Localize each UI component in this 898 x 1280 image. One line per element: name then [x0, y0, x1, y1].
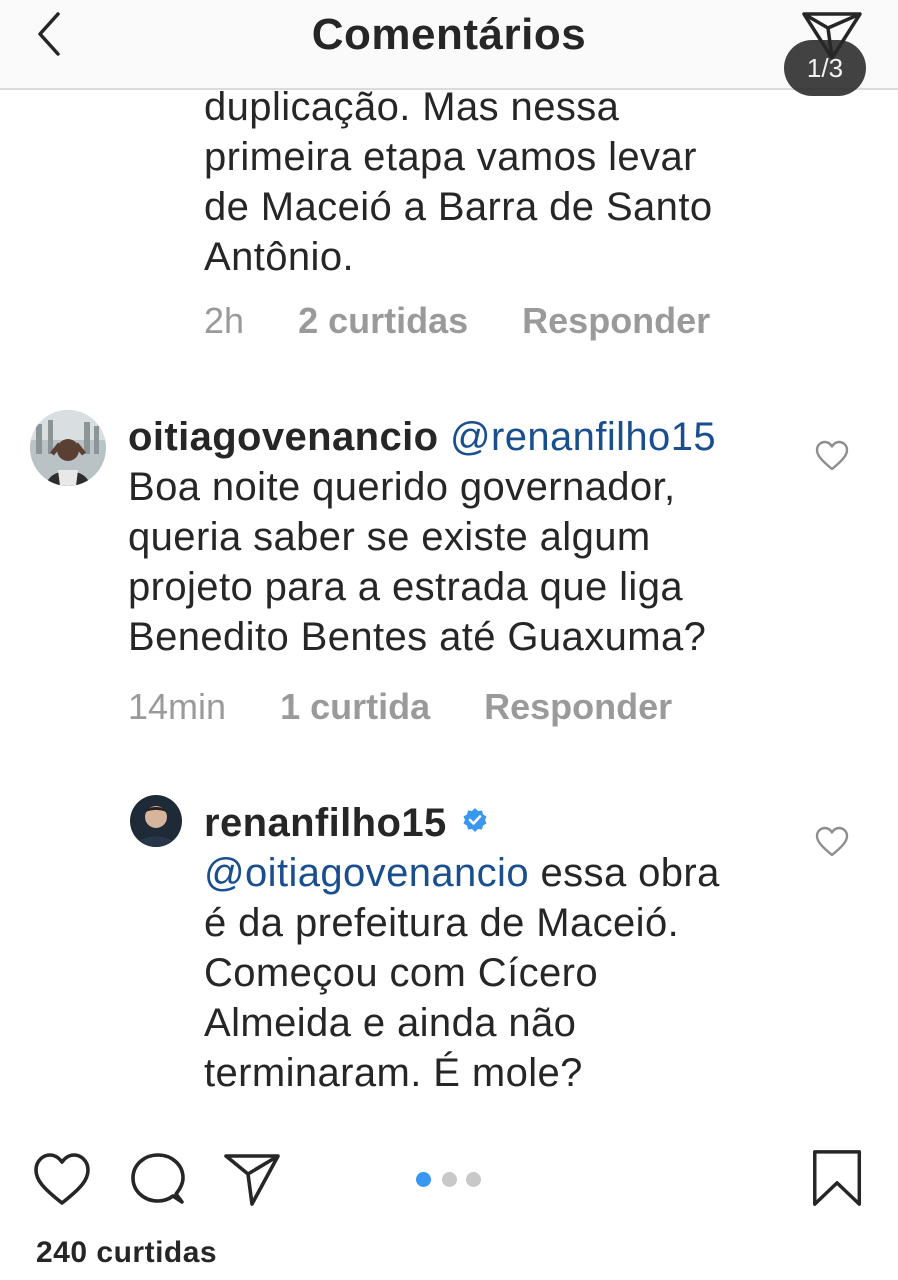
reply-button[interactable]: Responder — [522, 300, 710, 342]
comment-line: Começou com Cícero — [204, 951, 598, 995]
carousel-dot — [466, 1172, 481, 1187]
page-title: Comentários — [311, 10, 587, 59]
comment-line: Boa noite querido governador, — [128, 465, 676, 509]
post-likes-count[interactable]: 240 curtidas — [36, 1236, 217, 1270]
comment-likes-count[interactable]: 2 curtidas — [298, 300, 468, 342]
bookmark-icon[interactable] — [808, 1148, 868, 1208]
comment-line: de Maceió a Barra de Santo — [204, 185, 713, 229]
comment-meta: 14min 1 curtida Responder — [128, 686, 716, 728]
comment-username[interactable]: oitiagovenancio — [128, 415, 439, 459]
carousel-dot-active — [416, 1172, 431, 1187]
mention-link[interactable]: @renanfilho15 — [450, 415, 716, 459]
avatar[interactable] — [130, 795, 182, 847]
comment-line: terminaram. É mole? — [204, 1051, 583, 1095]
comment-line: projeto para a estrada que liga — [128, 565, 683, 609]
comment-body: oitiagovenancio @renanfilho15 Boa noite … — [128, 412, 768, 662]
comment-line: duplicação. Mas nessa — [204, 85, 620, 129]
comment-bubble-icon[interactable] — [128, 1150, 188, 1210]
comment-line: Almeida e ainda não — [204, 1001, 577, 1045]
carousel-dot — [442, 1172, 457, 1187]
verified-badge-icon — [463, 808, 487, 832]
comment-line: Benedito Bentes até Guaxuma? — [128, 615, 707, 659]
comment-line: primeira etapa vamos levar — [204, 135, 697, 179]
header-bar: Comentários 1/3 — [0, 0, 898, 96]
comment-line: oitiagovenancio @renanfilho15 — [128, 412, 768, 462]
comment-meta: 2h 2 curtidas Responder — [204, 300, 754, 342]
comment-line: @oitiagovenancio essa obra — [204, 848, 784, 898]
comment-text-fragment: essa obra — [529, 851, 720, 895]
carousel-indicator — [416, 1172, 486, 1188]
comment-time: 14min — [128, 686, 227, 727]
comment-likes-count[interactable]: 1 curtida — [280, 686, 430, 728]
heart-icon[interactable] — [815, 826, 849, 858]
comment-body: duplicação. Mas nessa primeira etapa vam… — [204, 82, 804, 282]
paper-plane-icon[interactable] — [222, 1150, 282, 1210]
comment-body: renanfilho15 @oitiagovenancio essa obra … — [204, 798, 784, 1098]
avatar[interactable] — [30, 410, 106, 486]
reply-button[interactable]: Responder — [484, 686, 672, 728]
comment-line: queria saber se existe algum — [128, 515, 651, 559]
heart-icon[interactable] — [815, 440, 849, 472]
heart-icon[interactable] — [32, 1150, 92, 1210]
comment-time: 2h — [204, 300, 245, 341]
mention-link[interactable]: @oitiagovenancio — [204, 851, 529, 895]
comment-line: é da prefeitura de Maceió. — [204, 901, 680, 945]
comment-line: renanfilho15 — [204, 798, 784, 848]
comment-username[interactable]: renanfilho15 — [204, 801, 447, 845]
comment-line: Antônio. — [204, 235, 354, 279]
